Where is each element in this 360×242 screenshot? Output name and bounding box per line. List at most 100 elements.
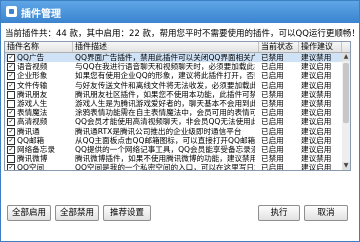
- row-checkbox[interactable]: ✓: [7, 63, 15, 72]
- table-header: 插件名称 插件描述 当前状态 操作建议: [5, 42, 350, 53]
- plugin-suggestion: 建议启用: [301, 135, 332, 145]
- plugin-description: QQ会员才能使用高清视频聊天，非会员QQ无法使用此插件: [75, 117, 255, 127]
- plugin-suggestion: 建议启用: [301, 62, 332, 72]
- plugin-state: 已启用: [261, 117, 284, 127]
- plugin-name: 表情魔法: [17, 108, 48, 118]
- plugin-suggestion: 建议禁用: [301, 98, 332, 108]
- row-checkbox[interactable]: [7, 99, 15, 108]
- plugin-state: 已禁用: [261, 154, 284, 164]
- table-row[interactable]: ✓QQ邮箱 从QQ主面板点击QQ邮箱图标，可以直接打开QQ邮箱并自动登录已启用 建议…: [5, 136, 342, 145]
- disable-all-button[interactable]: 全部禁用: [55, 205, 99, 221]
- plugin-suggestion: 建议禁用: [301, 154, 332, 164]
- plugin-state: 已启用: [261, 80, 284, 90]
- plugin-name: QQ广告: [17, 53, 45, 62]
- table-row[interactable]: 游戏人生 游戏人生是为腾讯游戏爱好者的，聊天基本不会用到此插件 已禁用 建议禁用: [5, 99, 342, 108]
- table-body: ✓ QQ广告 QQ界面广告插件，禁用此插件可以关闭QQ界面相关广告 已禁用 建议禁用 ✓ 语…: [5, 53, 342, 171]
- plugin-description: 涂鸦表情功能需在自主表情魔法中，会员可用的表情可以便捷: [75, 108, 255, 118]
- plugin-table: 插件名称 插件描述 当前状态 操作建议 ✓ QQ广告 QQ界面广告插件，禁用此插件可…: [4, 41, 351, 171]
- column-header-state[interactable]: 当前状态: [259, 42, 299, 52]
- plugin-state: 已禁用: [261, 98, 284, 108]
- table-row[interactable]: ✓ 语音视频 与QQ在我进行语音聊天和视频聊天时，必须要加载此插件 已启用 建议启用: [5, 62, 342, 72]
- scrollbar-thumb[interactable]: [343, 63, 349, 123]
- row-checkbox[interactable]: ✓: [7, 136, 15, 145]
- cancel-button[interactable]: 取消: [304, 205, 348, 221]
- row-checkbox[interactable]: [7, 90, 15, 99]
- enable-all-button[interactable]: 全部启用: [7, 205, 51, 221]
- column-header-suggestion[interactable]: 操作建议: [299, 42, 342, 52]
- plugin-name: 腾讯通: [17, 126, 40, 136]
- plugin-description: 与QQ在我进行语音聊天和视频聊天时，必须要加载此插件: [75, 62, 255, 72]
- plugin-description: 腾讯通RTX是腾讯公司推出的企业级即时通信平台: [75, 126, 242, 136]
- scroll-up-arrow-icon[interactable]: ▲: [342, 53, 350, 61]
- row-checkbox[interactable]: ✓: [7, 81, 15, 90]
- plugin-name: 企业形象: [17, 71, 48, 81]
- row-checkbox[interactable]: ✓: [7, 118, 15, 127]
- plugin-description: QQ界面广告插件，禁用此插件可以关闭QQ界面相关广告: [75, 53, 255, 62]
- plugin-name: 语音视频: [17, 62, 48, 72]
- plugin-description: 游戏人生是为腾讯游戏爱好者的，聊天基本不会用到此插件: [75, 98, 255, 108]
- plugin-name: QQ空间: [17, 163, 45, 171]
- table-row[interactable]: ✓ 高清视频 QQ会员才能使用高清视频聊天，非会员QQ无法使用此插件 已启用 建议启用: [5, 117, 342, 127]
- table-row[interactable]: ✓ QQ广告 QQ界面广告插件，禁用此插件可以关闭QQ界面相关广告 已禁用 建议禁用: [5, 53, 342, 63]
- plugin-description: 如果您有使用企业QQ的形象，建议将此插件打开，否则将不能看到: [75, 71, 255, 81]
- scroll-down-arrow-icon[interactable]: ▼: [342, 162, 350, 170]
- table-row[interactable]: 腾讯朋友 腾讯朋友社区插件，如果您不使用本功能，此插件可禁用 已禁用 建议禁用: [5, 90, 342, 99]
- plugin-description: QQ提供的一个网络记事工具，QQ会员能享受备忘录漫游: [75, 144, 255, 154]
- table-row[interactable]: ✓企业形象 如果您有使用企业QQ的形象，建议将此插件打开，否则将不能看到已启用 建议…: [5, 71, 342, 81]
- plugin-state: 已启用: [261, 163, 284, 171]
- plugin-suggestion: 建议启用: [301, 80, 332, 90]
- row-checkbox[interactable]: ✓: [7, 109, 15, 118]
- execute-button[interactable]: 执行: [258, 205, 300, 221]
- plugin-name: 网络备忘录: [17, 144, 55, 154]
- plugin-name: 腾讯朋友: [17, 89, 48, 99]
- row-checkbox[interactable]: ✓: [7, 127, 15, 136]
- plugin-name: 文件传输: [17, 80, 48, 90]
- plugin-state: 已禁用: [261, 89, 284, 99]
- plugin-summary: 当前插件共：44 款，其中启用：22 款，帮用您平时不需要使用的插件，可以QQ运…: [5, 29, 360, 39]
- plugin-suggestion: 建议启用: [301, 71, 332, 81]
- plugin-suggestion: 建议启用: [301, 108, 332, 118]
- table-row[interactable]: ✓表情魔法 涂鸦表情功能需在自主表情魔法中，会员可用的表情可以便捷已启用 建议启用: [5, 108, 342, 118]
- table-row[interactable]: ✓ 网络备忘录 QQ提供的一个网络记事工具，QQ会员能享受备忘录漫游 已启用 建议启用: [5, 145, 342, 154]
- table-row[interactable]: ✓ 文件传输 与好友传送文件和离线文件将无法收发，必须要加载此插件 已启用 建议启用: [5, 81, 342, 90]
- plugin-state: 已启用: [261, 144, 284, 154]
- column-header-description[interactable]: 插件描述: [73, 42, 259, 52]
- plugin-state: 已启用: [261, 108, 284, 118]
- row-checkbox[interactable]: [7, 155, 15, 164]
- row-checkbox[interactable]: ✓: [7, 54, 15, 62]
- table-row[interactable]: ✓ 腾讯通 腾讯通RTX是腾讯公司推出的企业级即时通信平台 已启用 建议启用: [5, 127, 342, 136]
- plugin-suggestion: 建议禁用: [301, 89, 332, 99]
- row-checkbox[interactable]: ✓: [7, 72, 15, 81]
- plugin-suggestion: 建议启用: [301, 117, 332, 127]
- window-title: 插件管理: [21, 9, 61, 20]
- plugin-description: 从QQ主面板点击QQ邮箱图标，可以直接打开QQ邮箱并自动登录: [75, 135, 255, 145]
- plugin-suggestion: 建议启用: [301, 144, 332, 154]
- plugin-state: 已启用: [261, 62, 284, 72]
- plugin-suggestion: 建议启用: [301, 163, 332, 171]
- plugin-description: QQ空间是我的一个私密空间的入口，可以在这里写日志等: [75, 163, 255, 171]
- plugin-name: 高清视频: [17, 117, 48, 127]
- plugin-name: 游戏人生: [17, 98, 48, 108]
- plugin-state: 已禁用: [261, 53, 284, 62]
- plugin-description: 与好友传送文件和离线文件将无法收发，必须要加载此插件: [75, 80, 255, 90]
- plugin-description: 腾讯朋友社区插件，如果您不使用本功能，此插件可禁用: [75, 89, 255, 99]
- app-icon: [6, 6, 17, 17]
- plugin-suggestion: 建议禁用: [301, 53, 332, 62]
- plugin-manager-window: 插件管理 当前插件共：44 款，其中启用：22 款，帮用您平时不需要使用的插件，…: [0, 0, 360, 242]
- button-bar: 全部启用 全部禁用 推荐设置 执行 取消: [1, 200, 359, 241]
- vertical-scrollbar[interactable]: ▲ ▼: [342, 53, 350, 170]
- plugin-state: 已启用: [261, 71, 284, 81]
- row-checkbox[interactable]: ✓: [7, 145, 15, 154]
- plugin-description: 腾讯微博插件，如果不使用腾讯微博的功能，建议禁用: [75, 154, 255, 164]
- plugin-state: 已启用: [261, 126, 284, 136]
- plugin-name: QQ邮箱: [17, 135, 45, 145]
- column-header-name[interactable]: 插件名称: [5, 42, 73, 52]
- plugin-name: 腾讯微博: [17, 154, 48, 164]
- plugin-suggestion: 建议启用: [301, 126, 332, 136]
- table-row[interactable]: ✓ QQ空间 QQ空间是我的一个私密空间的入口，可以在这里写日志等 已启用 建议启用: [5, 163, 342, 171]
- plugin-state: 已启用: [261, 135, 284, 145]
- recommended-settings-button[interactable]: 推荐设置: [103, 205, 151, 221]
- table-row[interactable]: 腾讯微博 腾讯微博插件，如果不使用腾讯微博的功能，建议禁用 已禁用 建议禁用: [5, 154, 342, 164]
- title-bar: 插件管理: [1, 1, 359, 23]
- row-checkbox[interactable]: ✓: [7, 164, 15, 170]
